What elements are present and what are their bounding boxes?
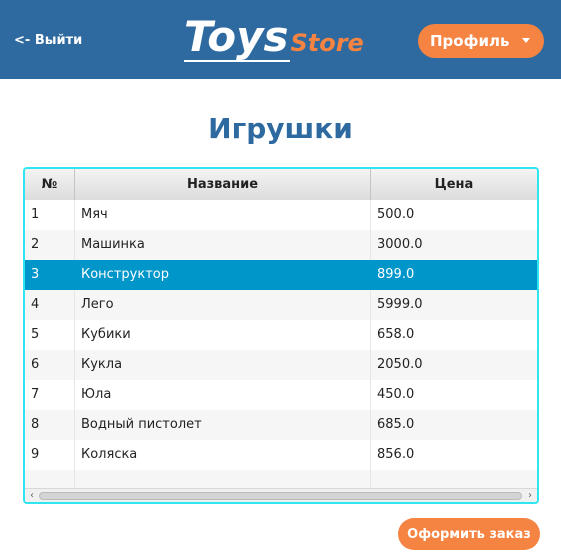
cell-number: 6 — [25, 350, 75, 380]
profile-label: Профиль — [430, 32, 510, 50]
cell-name: Кукла — [75, 350, 371, 380]
logo-sub-text: Store — [290, 29, 364, 57]
table-body: 1 Мяч 500.0 2 Машинка 3000.0 3 Конструктор 899.0… — [25, 200, 537, 500]
cell-name: Коляска — [75, 440, 371, 470]
logo-main-text: Toys — [184, 12, 289, 61]
table-row[interactable]: 7 Юла 450.0 — [25, 380, 537, 410]
table-row[interactable]: 5 Кубики 658.0 — [25, 320, 537, 350]
cell-price: 3000.0 — [377, 237, 423, 252]
column-header-price[interactable]: Цена — [371, 169, 537, 200]
cell-number: 2 — [25, 230, 75, 260]
logout-button[interactable]: <- Выйти — [14, 33, 82, 48]
cell-price: 500.0 — [377, 207, 415, 222]
table-row[interactable]: 6 Кукла 2050.0 — [25, 350, 537, 380]
cell-number: 5 — [25, 320, 75, 350]
cell-price: 450.0 — [377, 387, 415, 402]
cell-name: Конструктор — [75, 260, 371, 290]
cell-price: 5999.0 — [377, 297, 423, 312]
cell-price: 856.0 — [377, 447, 415, 462]
cell-name: Юла — [75, 380, 371, 410]
cell-name: Лего — [75, 290, 371, 320]
cell-price: 658.0 — [377, 327, 415, 342]
table-row[interactable]: 1 Мяч 500.0 — [25, 200, 537, 230]
cell-number: 9 — [25, 440, 75, 470]
profile-dropdown-button[interactable]: Профиль — [418, 24, 544, 58]
table-row[interactable]: 2 Машинка 3000.0 — [25, 230, 537, 260]
cell-price: 2050.0 — [377, 357, 423, 372]
place-order-button[interactable]: Оформить заказ — [398, 518, 540, 550]
column-header-name[interactable]: Название — [75, 169, 371, 200]
cell-number: 4 — [25, 290, 75, 320]
logo-underline — [184, 60, 290, 62]
toys-table[interactable]: № Название Цена 1 Мяч 500.0 2 Машинка 3000.0 3… — [23, 167, 539, 504]
cell-number: 3 — [25, 260, 75, 290]
cell-number: 1 — [25, 200, 75, 230]
table-row[interactable]: 8 Водный пистолет 685.0 — [25, 410, 537, 440]
cell-number: 7 — [25, 380, 75, 410]
cell-price: 899.0 — [377, 267, 415, 282]
arrow-left-icon[interactable]: ‹ — [27, 491, 37, 501]
cell-name: Водный пистолет — [75, 410, 371, 440]
cell-name: Машинка — [75, 230, 371, 260]
cell-number: 8 — [25, 410, 75, 440]
table-row[interactable]: 3 Конструктор 899.0 — [25, 260, 537, 290]
table-header: № Название Цена — [25, 169, 537, 201]
cell-name: Мяч — [75, 200, 371, 230]
chevron-down-icon — [522, 38, 530, 43]
scrollbar-thumb[interactable] — [39, 492, 522, 500]
cell-price: 685.0 — [377, 417, 415, 432]
header-bar: <- Выйти Toys Store Профиль — [0, 0, 561, 79]
app-logo: Toys Store — [184, 12, 364, 62]
page-title: Игрушки — [208, 112, 353, 145]
horizontal-scrollbar[interactable]: ‹ › — [25, 488, 537, 502]
table-row[interactable]: 4 Лего 5999.0 — [25, 290, 537, 320]
column-header-number[interactable]: № — [25, 169, 75, 200]
arrow-right-icon[interactable]: › — [525, 491, 535, 501]
table-row[interactable]: 9 Коляска 856.0 — [25, 440, 537, 470]
cell-name: Кубики — [75, 320, 371, 350]
